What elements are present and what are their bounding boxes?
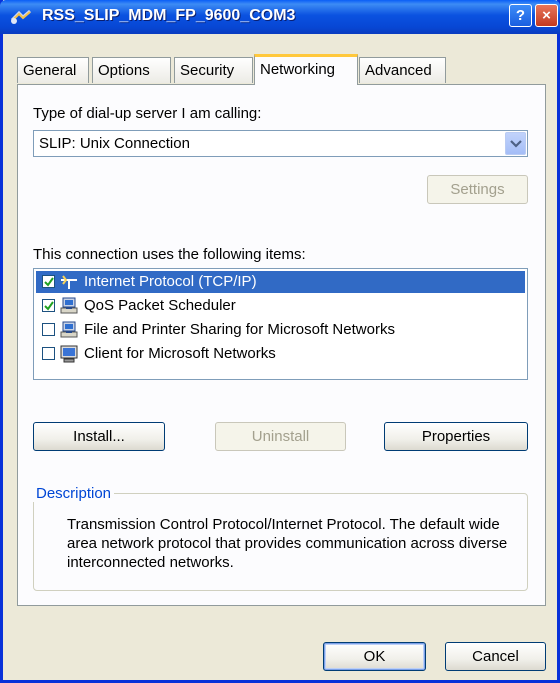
- server-type-label: Type of dial-up server I am calling:: [33, 105, 262, 122]
- list-item-label: Client for Microsoft Networks: [84, 345, 276, 362]
- network-client-icon: [60, 345, 78, 363]
- uninstall-button[interactable]: Uninstall: [215, 422, 346, 451]
- list-item-label: File and Printer Sharing for Microsoft N…: [84, 321, 395, 338]
- ok-button[interactable]: OK: [323, 642, 426, 671]
- list-item-ms-client[interactable]: Client for Microsoft Networks: [36, 343, 525, 365]
- network-protocol-icon: [60, 273, 78, 291]
- list-item-label: Internet Protocol (TCP/IP): [84, 273, 257, 290]
- checkbox-tcp-ip[interactable]: [42, 275, 55, 288]
- list-item-qos[interactable]: QoS Packet Scheduler: [36, 295, 525, 317]
- checkbox-ms-client[interactable]: [42, 347, 55, 360]
- properties-button[interactable]: Properties: [384, 422, 528, 451]
- network-service-icon: [60, 321, 78, 339]
- help-button[interactable]: ?: [509, 4, 532, 27]
- network-service-icon: [60, 297, 78, 315]
- tab-options[interactable]: Options: [92, 57, 171, 83]
- cancel-button[interactable]: Cancel: [445, 642, 546, 671]
- description-text: Transmission Control Protocol/Internet P…: [67, 516, 508, 571]
- connection-properties-dialog: RSS_SLIP_MDM_FP_9600_COM3 ? × General Op…: [0, 0, 560, 683]
- list-item-tcp-ip[interactable]: Internet Protocol (TCP/IP): [36, 271, 525, 293]
- description-title: Description: [33, 485, 115, 502]
- tab-general[interactable]: General: [17, 57, 89, 83]
- checkbox-file-printer-sharing[interactable]: [42, 323, 55, 336]
- close-button[interactable]: ×: [535, 4, 558, 27]
- tab-security[interactable]: Security: [174, 57, 253, 83]
- window-title: RSS_SLIP_MDM_FP_9600_COM3: [42, 7, 296, 24]
- checkbox-qos[interactable]: [42, 299, 55, 312]
- tab-advanced[interactable]: Advanced: [359, 57, 446, 83]
- items-label: This connection uses the following items…: [33, 246, 306, 263]
- chevron-down-icon[interactable]: [505, 132, 526, 155]
- title-bar[interactable]: RSS_SLIP_MDM_FP_9600_COM3 ? ×: [0, 0, 560, 34]
- install-button[interactable]: Install...: [33, 422, 165, 451]
- settings-button[interactable]: Settings: [427, 175, 528, 204]
- components-list[interactable]: Internet Protocol (TCP/IP) QoS Packet Sc…: [33, 268, 528, 380]
- list-item-label: QoS Packet Scheduler: [84, 297, 236, 314]
- server-type-value: SLIP: Unix Connection: [39, 135, 190, 152]
- list-item-file-printer-sharing[interactable]: File and Printer Sharing for Microsoft N…: [36, 319, 525, 341]
- dialup-connection-icon: [10, 8, 32, 26]
- tab-networking[interactable]: Networking: [254, 54, 358, 85]
- server-type-select[interactable]: SLIP: Unix Connection: [33, 130, 528, 157]
